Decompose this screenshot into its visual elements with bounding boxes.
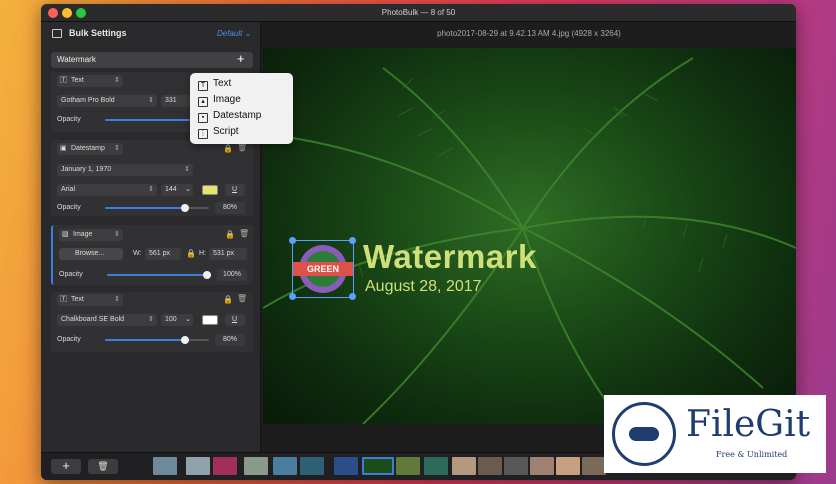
text-icon: 🅃 (60, 77, 67, 84)
opacity-slider[interactable] (105, 336, 209, 344)
text-color-swatch[interactable] (202, 315, 218, 325)
text-icon: T (198, 81, 208, 91)
add-watermark-menu: T Text ▴ Image ▪ Datestamp ⋮ Script (190, 73, 293, 144)
lock-icon[interactable]: 🔒 (223, 295, 233, 304)
datestamp-watermark-panel: ▣ Datestamp ⇕ 🔒 🗑 January 1, 1970 ⇕ Arial ⇕ … (51, 140, 253, 216)
height-field[interactable]: 531 px (209, 248, 247, 260)
opacity-label: Opacity (59, 271, 83, 278)
watermark-section-header: Watermark + (51, 51, 253, 68)
underline-button[interactable]: U (225, 314, 245, 326)
thumbnail[interactable] (582, 457, 606, 475)
file-name: photo2017-08-29 at 9.42.13 AM 4.jpg (492… (437, 29, 621, 38)
opacity-slider[interactable] (105, 204, 209, 212)
font-size-field[interactable]: 331 (161, 95, 191, 107)
width-field[interactable]: 561 px (145, 248, 181, 260)
cloud-logo-icon (612, 402, 676, 466)
opacity-value[interactable]: 80% (215, 202, 245, 214)
opacity-label: Opacity (57, 116, 81, 123)
thumbnail[interactable] (186, 457, 210, 475)
date-format-select[interactable]: January 1, 1970 ⇕ (57, 164, 193, 176)
filegit-logo: FileGit Free & Unlimited (604, 395, 826, 473)
menu-item-text[interactable]: T Text (198, 77, 231, 91)
menu-item-image[interactable]: ▴ Image (198, 93, 241, 107)
watermark-text: Watermark (363, 238, 537, 275)
aspect-lock-icon[interactable]: 🔒 (186, 249, 196, 258)
menu-item-datestamp[interactable]: ▪ Datestamp (198, 109, 261, 123)
thumbnail[interactable] (213, 457, 237, 475)
image-preview[interactable]: GREEN Watermark August 28, 2017 (263, 48, 796, 424)
thumbnail[interactable] (153, 457, 177, 475)
script-icon: ⋮ (198, 129, 208, 139)
font-size-dropdown[interactable]: ⌄ (183, 314, 193, 326)
badge-label: GREEN (293, 262, 353, 276)
font-select[interactable]: Arial ⇕ (57, 184, 157, 196)
delete-icon[interactable]: 🗑 (239, 229, 249, 238)
thumbnail[interactable] (273, 457, 297, 475)
thumbnail[interactable] (452, 457, 476, 475)
thumbnail[interactable] (504, 457, 528, 475)
width-label: W: (133, 250, 142, 257)
delete-icon[interactable]: 🗑 (237, 143, 247, 152)
watermark-section-title: Watermark (57, 55, 96, 64)
thumbnail-selected[interactable] (362, 457, 394, 475)
thumbnail[interactable] (300, 457, 324, 475)
delete-icon[interactable]: 🗑 (237, 294, 247, 303)
lock-icon[interactable]: 🔒 (225, 230, 235, 239)
underline-button[interactable]: U (225, 184, 245, 196)
font-select[interactable]: Chalkboard SE Bold ⇕ (57, 314, 157, 326)
thumbnail[interactable] (530, 457, 554, 475)
datestamp-text: August 28, 2017 (365, 278, 482, 295)
font-size-dropdown[interactable]: ⌄ (183, 184, 193, 196)
sidebar-toggle-icon[interactable] (52, 29, 62, 38)
thumbnail[interactable] (244, 457, 268, 475)
add-images-button[interactable]: + (51, 459, 81, 474)
text-icon: 🅃 (60, 296, 67, 303)
font-select[interactable]: Gotham Pro Bold ⇕ (57, 95, 157, 107)
opacity-value[interactable]: 80% (215, 334, 245, 346)
text-type-select[interactable]: 🅃 Text ⇕ (57, 75, 123, 87)
text-color-swatch[interactable] (202, 185, 218, 195)
filegit-tagline: Free & Unlimited (716, 450, 788, 459)
opacity-value[interactable]: 100% (217, 269, 247, 281)
text-type-select[interactable]: 🅃 Text ⇕ (57, 294, 123, 306)
browse-button[interactable]: Browse... (59, 248, 123, 260)
thumbnail[interactable] (334, 457, 358, 475)
thumbnail[interactable] (556, 457, 580, 475)
selection-box[interactable]: GREEN (289, 237, 356, 300)
filegit-name: FileGit (686, 404, 811, 445)
datestamp-type-select[interactable]: ▣ Datestamp ⇕ (57, 143, 123, 155)
image-icon: ▴ (198, 97, 208, 107)
text-watermark-panel-2: 🅃 Text ⇕ 🔒 🗑 Chalkboard SE Bold ⇕ 100 ⌄ U O… (51, 292, 253, 352)
calendar-icon: ▣ (60, 145, 67, 152)
window-title: PhotoBulk — 8 of 50 (381, 8, 456, 17)
filename-bar: photo2017-08-29 at 9.42.13 AM 4.jpg (492… (262, 22, 796, 48)
add-watermark-button[interactable]: + (237, 51, 245, 66)
opacity-label: Opacity (57, 336, 81, 343)
thumbnail[interactable] (396, 457, 420, 475)
preset-selector[interactable]: Default ⌄ (217, 29, 251, 38)
thumbnail[interactable] (478, 457, 502, 475)
title-bar: PhotoBulk — 8 of 50 (41, 4, 796, 22)
thumbnail[interactable] (424, 457, 448, 475)
fern-photo (263, 57, 796, 424)
image-watermark-panel: ▧ Image ⇕ 🔒 🗑 Browse... W: 561 px 🔒 H: 531… (51, 225, 253, 285)
height-label: H: (199, 250, 206, 257)
opacity-slider[interactable] (105, 119, 195, 121)
sidebar-title: Bulk Settings (69, 28, 127, 38)
image-icon: ▧ (62, 231, 69, 238)
opacity-label: Opacity (57, 204, 81, 211)
calendar-icon: ▪ (198, 113, 208, 123)
opacity-slider[interactable] (107, 271, 211, 279)
image-type-select[interactable]: ▧ Image ⇕ (59, 229, 123, 241)
lock-icon[interactable]: 🔒 (223, 144, 233, 153)
menu-item-script[interactable]: ⋮ Script (198, 125, 239, 139)
trash-icon: 🗑 (97, 461, 109, 471)
remove-images-button[interactable]: 🗑 (88, 459, 118, 474)
